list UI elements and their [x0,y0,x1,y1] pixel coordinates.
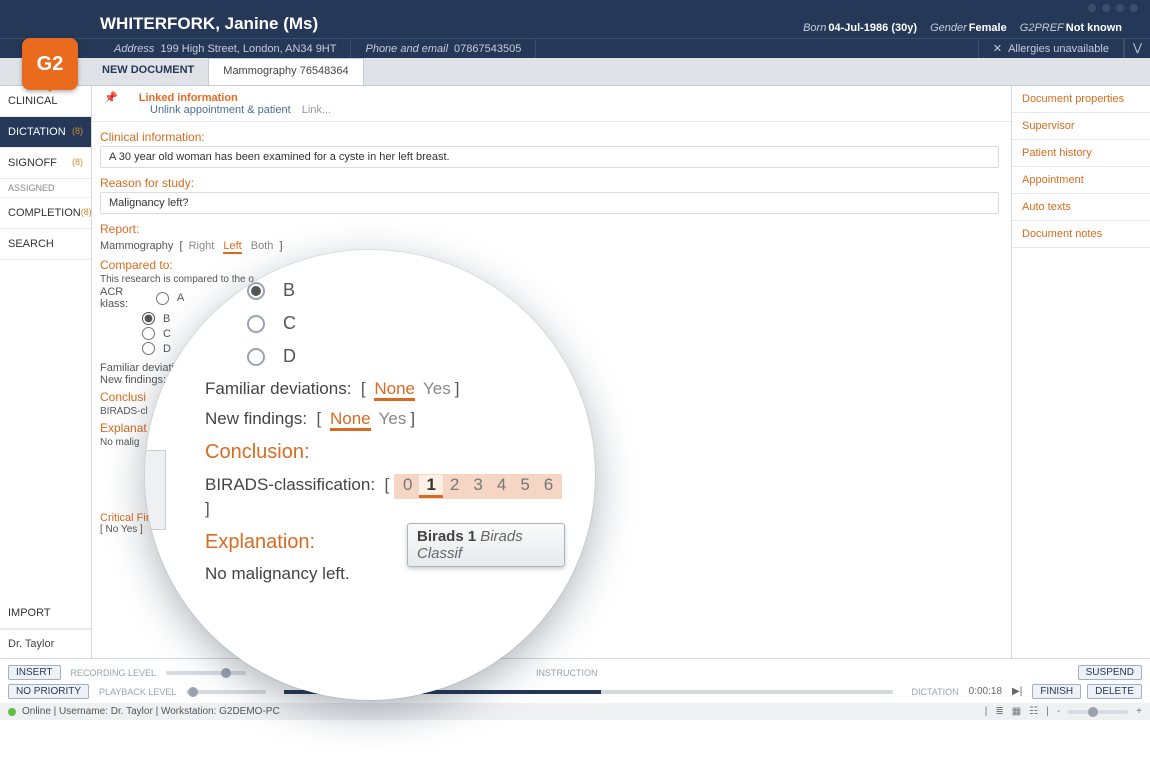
right-item-notes[interactable]: Document notes [1012,221,1150,248]
pin-icon[interactable]: 📌 [104,92,118,104]
zoom-out-button[interactable]: - [1057,706,1060,717]
acr-radio-c-zoom[interactable]: C [247,313,565,334]
acr-radio-d-zoom[interactable]: D [247,346,565,367]
new-document-tab[interactable]: NEW DOCUMENT [88,58,209,85]
view-icon-2[interactable]: ≣ [995,706,1003,717]
right-item-appointment[interactable]: Appointment [1012,167,1150,194]
sidebar-item-signoff[interactable]: SIGNOFF(8) [0,148,91,179]
sidebar-item-import[interactable]: IMPORT [0,598,91,629]
acr-option-a[interactable] [156,292,169,305]
conclusion-heading: Conclusion: [205,441,565,464]
linked-bar: 📌 Linked information Unlink appointment … [92,86,1011,122]
playback-level-label: PLAYBACK LEVEL [99,687,176,697]
app-logo: G2 [22,38,78,90]
patient-name: WHITERFORK, Janine (Ms) [100,14,318,34]
mammography-side-select[interactable]: Mammography [ Right Left Both ] [100,238,999,254]
delete-button[interactable]: DELETE [1087,684,1142,699]
status-bar: Online | Username: Dr. Taylor | Workstat… [0,703,1150,720]
right-item-properties[interactable]: Document properties [1012,86,1150,113]
explanation-value: No malignancy left. [205,564,565,584]
new-findings-select[interactable]: New findings: [ NoneYes] [205,409,565,429]
dictation-label: DICTATION [911,687,958,697]
document-tab[interactable]: Mammography 76548364 [209,58,363,85]
address-cell: Address199 High Street, London, AN34 9HT [100,39,351,58]
birads-select[interactable]: BIRADS-classification: [ 0123456 ] [205,474,565,519]
finish-button[interactable]: FINISH [1032,684,1081,699]
view-icon-1[interactable]: | [985,706,988,717]
reason-heading: Reason for study: [100,172,999,192]
phone-cell: Phone and email07867543505 [351,39,536,58]
sidebar-item-completion[interactable]: COMPLETION(8) [0,198,91,229]
right-item-autotexts[interactable]: Auto texts [1012,194,1150,221]
magnifier-overlay: B C D Familiar deviations: [ NoneYes] Ne… [145,250,595,700]
priority-button[interactable]: NO PRIORITY [8,684,89,699]
view-icon-4[interactable]: ☷ [1029,706,1038,717]
acr-option-d[interactable] [142,342,155,355]
compared-note: This research is compared to the o [100,274,999,285]
patient-meta: Born04-Jul-1986 (30y) GenderFemale G2PRE… [803,22,1132,34]
sidebar-item-dictation[interactable]: DICTATION(8) [0,117,91,148]
side-tab-icon [145,450,166,530]
dictation-time: 0:00:18 [969,686,1002,697]
window-controls [0,0,1150,14]
recording-level-slider[interactable] [166,671,246,675]
report-heading: Report: [100,218,999,238]
right-item-history[interactable]: Patient history [1012,140,1150,167]
online-indicator-icon [8,708,16,716]
play-next-icon[interactable]: ▶| [1012,686,1022,697]
sidebar-item-search[interactable]: SEARCH [0,229,91,260]
clinical-info-value[interactable]: A 30 year old woman has been examined fo… [100,146,999,168]
tab-bar: NEW DOCUMENT Mammography 76548364 [0,58,1150,86]
left-sidebar: CLINICAL DICTATION(8) SIGNOFF(8) ASSIGNE… [0,86,92,658]
zoom-slider[interactable] [1068,710,1128,714]
allergies-cell: ✕ Allergies unavailable [979,39,1124,58]
recording-level-label: RECORDING LEVEL [71,668,157,678]
playback-level-slider[interactable] [186,690,266,694]
insert-button[interactable]: INSERT [8,665,61,680]
footer: INSERT RECORDING LEVEL INSTRUCTION SUSPE… [0,658,1150,699]
reason-value[interactable]: Malignancy left? [100,192,999,214]
compared-heading: Compared to: [100,254,999,274]
link-more-button[interactable]: Link... [302,104,331,116]
sidebar-user: Dr. Taylor [0,629,91,658]
birads-tooltip: Birads 1Birads Classif [407,523,565,567]
acr-option-b[interactable] [142,312,155,325]
right-sidebar: Document properties Supervisor Patient h… [1012,86,1150,658]
unlink-button[interactable]: Unlink appointment & patient [150,104,291,116]
acr-label: ACR klass: [100,286,148,310]
linked-info-label: Linked information [139,92,238,104]
sidebar-sub-assigned: ASSIGNED [0,179,91,198]
expand-banner-button[interactable]: ⋁ [1124,39,1150,58]
zoom-in-button[interactable]: + [1136,706,1142,717]
view-icon-3[interactable]: ▦ [1012,706,1021,717]
suspend-button[interactable]: SUSPEND [1078,665,1142,680]
instruction-label: INSTRUCTION [536,668,598,678]
familiar-deviations-select[interactable]: Familiar deviations: [ NoneYes] [205,379,565,399]
acr-option-c[interactable] [142,327,155,340]
right-item-supervisor[interactable]: Supervisor [1012,113,1150,140]
clinical-info-heading: Clinical information: [100,126,999,146]
